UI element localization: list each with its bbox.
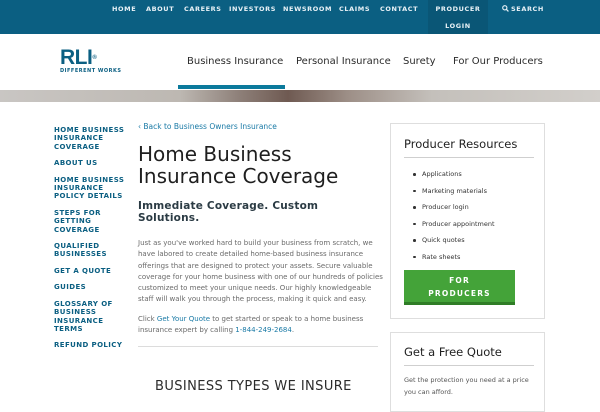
business-types-heading: BUSINESS TYPES WE INSURE	[155, 379, 352, 394]
back-link[interactable]: ‹ Back to Business Owners Insurance	[138, 122, 383, 131]
rli-logo[interactable]: RLI® DIFFERENT WORKS	[60, 46, 122, 74]
section-sidebar-nav: HOME BUSINESS INSURANCE COVERAGE ABOUT U…	[54, 126, 134, 350]
resource-marketing-materials-link[interactable]: Marketing materials	[413, 183, 495, 200]
sidenav-qualified-businesses[interactable]: QUALIFIED BUSINESSES	[54, 242, 134, 259]
producer-login-button[interactable]: PRODUCER LOGIN	[428, 0, 488, 34]
content-divider	[138, 346, 378, 348]
sidenav-guides[interactable]: GUIDES	[54, 283, 134, 291]
page-subheading: Immediate Coverage. Custom Solutions.	[138, 200, 319, 224]
resource-producer-appointment-link[interactable]: Producer appointment	[413, 216, 495, 233]
cta-suffix: .	[291, 326, 295, 335]
sidenav-about-us[interactable]: ABOUT US	[54, 159, 134, 167]
get-your-quote-link[interactable]: Get Your Quote	[157, 315, 210, 323]
cta-prefix: Click	[138, 314, 157, 323]
producer-resources-list: Applications Marketing materials Produce…	[413, 166, 495, 266]
sidenav-glossary[interactable]: GLOSSARY OF BUSINESS INSURANCE TERMS	[54, 300, 134, 334]
resource-rate-sheets-link[interactable]: Rate sheets	[413, 249, 495, 266]
topnav-about-link[interactable]: ABOUT	[146, 5, 174, 13]
mainnav-personal-insurance[interactable]: Personal Insurance	[296, 56, 391, 67]
logo-trademark: ®	[92, 55, 97, 61]
mainnav-active-indicator	[178, 85, 285, 89]
sidenav-steps-for-getting-coverage[interactable]: STEPS FOR GETTING COVERAGE	[54, 209, 134, 234]
phone-link[interactable]: 1-844-249-2684	[235, 326, 292, 334]
producer-login-label-line2: LOGIN	[445, 22, 471, 30]
sidenav-home-business-insurance-coverage[interactable]: HOME BUSINESS INSURANCE COVERAGE	[54, 126, 134, 151]
topnav-careers-link[interactable]: CAREERS	[184, 5, 222, 13]
topnav-home-link[interactable]: HOME	[112, 5, 136, 13]
for-producers-button[interactable]: FOR PRODUCERS	[404, 270, 515, 305]
page-title: Home Business Insurance Coverage	[138, 142, 339, 188]
sidenav-policy-details[interactable]: HOME BUSINESS INSURANCE POLICY DETAILS	[54, 176, 134, 201]
topnav-investors-link[interactable]: INVESTORS	[229, 5, 276, 13]
search-icon	[502, 5, 509, 12]
free-quote-card: Get a Free Quote Get the protection you …	[390, 332, 545, 412]
hero-image-strip	[0, 90, 600, 102]
card-divider	[404, 157, 534, 158]
topnav-contact-link[interactable]: CONTACT	[380, 5, 418, 13]
resource-producer-login-link[interactable]: Producer login	[413, 199, 495, 216]
utility-bar: HOME ABOUT CAREERS INVESTORS NEWSROOM CL…	[0, 0, 600, 34]
search-button[interactable]: SEARCH	[502, 5, 544, 13]
search-label: SEARCH	[511, 5, 544, 13]
producer-resources-card: Producer Resources Applications Marketin…	[390, 123, 545, 319]
resource-quick-quotes-link[interactable]: Quick quotes	[413, 232, 495, 249]
topnav-newsroom-link[interactable]: NEWSROOM	[283, 5, 332, 13]
logo-mark: RLI	[60, 46, 93, 69]
mainnav-business-insurance[interactable]: Business Insurance	[187, 56, 283, 67]
mainnav-for-our-producers[interactable]: For Our Producers	[453, 56, 543, 67]
free-quote-title: Get a Free Quote	[404, 345, 502, 359]
logo-tagline: DIFFERENT WORKS	[60, 68, 122, 74]
sidenav-get-a-quote[interactable]: GET A QUOTE	[54, 267, 134, 275]
intro-paragraph: Just as you've worked hard to build your…	[138, 239, 383, 304]
free-quote-text: Get the protection you need at a price y…	[404, 376, 529, 396]
topnav-claims-link[interactable]: CLAIMS	[339, 5, 370, 13]
producer-resources-title: Producer Resources	[404, 137, 518, 151]
resource-applications-link[interactable]: Applications	[413, 166, 495, 183]
card-divider	[404, 365, 534, 366]
cta-paragraph: Click Get Your Quote to get started or s…	[138, 314, 383, 337]
producer-login-label-line1: PRODUCER	[435, 5, 481, 13]
sidenav-refund-policy[interactable]: REFUND POLICY	[54, 341, 134, 349]
main-content: ‹ Back to Business Owners Insurance Home…	[138, 122, 383, 348]
for-producers-label-line1: FOR	[449, 276, 470, 285]
mainnav-surety[interactable]: Surety	[403, 56, 436, 67]
for-producers-label-line2: PRODUCERS	[428, 289, 491, 298]
